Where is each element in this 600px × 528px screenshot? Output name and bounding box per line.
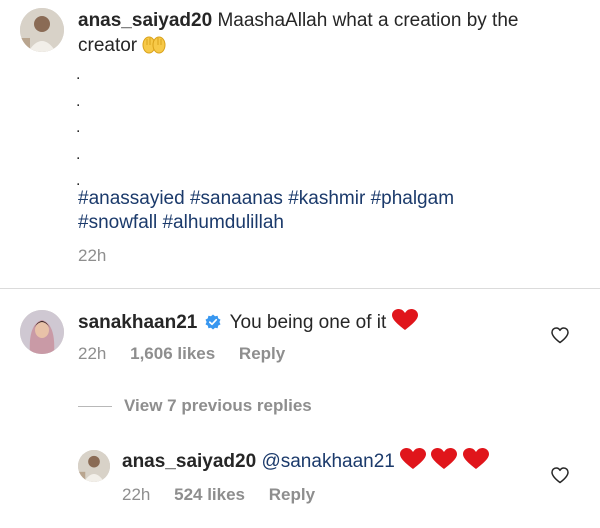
- avatar-image: [78, 450, 110, 482]
- red-heart-icon: [400, 448, 427, 477]
- replies-divider-line: [78, 405, 112, 407]
- caption-meta: 22h: [78, 246, 125, 266]
- comment-username[interactable]: sanakhaan21: [78, 312, 197, 333]
- view-replies-label[interactable]: View 7 previous replies: [124, 396, 312, 416]
- red-heart-icon: [462, 448, 489, 477]
- comment-meta: 22h 1,606 likes Reply: [78, 344, 304, 364]
- avatar[interactable]: [20, 8, 64, 52]
- hashtags-line-1[interactable]: #anassayied #sanaanas #kashmir #phalgam: [78, 186, 454, 211]
- red-heart-icon: [431, 448, 458, 477]
- comment-text: sanakhaan21 You being one of it: [78, 309, 418, 338]
- red-heart-icon: [391, 309, 418, 338]
- hashtags-line-2[interactable]: #snowfall #alhumdulillah: [78, 210, 284, 235]
- reply-meta: 22h 524 likes Reply: [122, 485, 334, 505]
- avatar-image: [20, 310, 64, 354]
- comment-body: You being one of it: [229, 312, 387, 333]
- avatar[interactable]: [20, 310, 64, 354]
- reply-mention[interactable]: @sanakhaan21: [261, 451, 394, 472]
- avatar-image: [20, 8, 64, 52]
- verified-badge-icon: [205, 312, 221, 337]
- caption-timestamp: 22h: [78, 246, 107, 265]
- raising-hands-icon: [142, 35, 166, 56]
- reply-text: anas_saiyad20 @sanakhaan21: [122, 448, 489, 477]
- like-heart-icon[interactable]: [551, 327, 569, 344]
- reply-timestamp: 22h: [122, 485, 151, 504]
- like-heart-icon[interactable]: [551, 467, 569, 484]
- caption-username[interactable]: anas_saiyad20: [78, 10, 212, 31]
- reply-username[interactable]: anas_saiyad20: [122, 451, 256, 472]
- divider: [0, 288, 600, 289]
- comment-timestamp: 22h: [78, 344, 107, 363]
- avatar[interactable]: [78, 450, 110, 482]
- view-replies-button[interactable]: View 7 previous replies: [78, 396, 312, 416]
- reply-button[interactable]: Reply: [239, 344, 285, 363]
- reply-likes[interactable]: 524 likes: [174, 485, 245, 504]
- caption-text: anas_saiyad20 MaashaAllah what a creatio…: [78, 8, 578, 58]
- reply-button[interactable]: Reply: [269, 485, 315, 504]
- caption-dots: . . . . .: [76, 67, 86, 203]
- comment-likes[interactable]: 1,606 likes: [130, 344, 215, 363]
